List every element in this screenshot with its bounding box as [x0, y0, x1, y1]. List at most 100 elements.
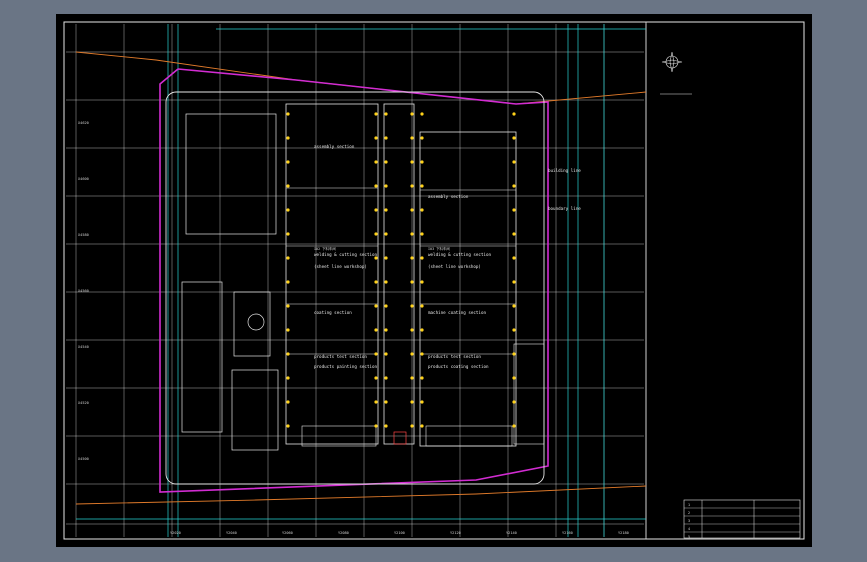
coord-label-bottom: Y2040 [226, 531, 237, 535]
gate-house [393, 431, 407, 445]
light-fixture [420, 328, 424, 332]
light-fixture [512, 112, 516, 116]
light-fixture [286, 208, 290, 212]
perimeter-road [165, 91, 545, 485]
light-fixture [512, 304, 516, 308]
light-fixture [384, 112, 388, 116]
light-fixture [384, 400, 388, 404]
light-fixture [410, 400, 414, 404]
light-fixture [286, 256, 290, 260]
light-fixture [512, 136, 516, 140]
light-fixture [410, 112, 414, 116]
grid-lines [66, 24, 647, 537]
light-fixture [286, 160, 290, 164]
canteen-block [231, 369, 279, 451]
coord-label-bottom: Y2020 [170, 531, 181, 535]
light-fixture [384, 232, 388, 236]
north-arrow-icon [660, 51, 692, 95]
light-fixture [286, 184, 290, 188]
light-fixture [420, 256, 424, 260]
workshop-halls [285, 103, 517, 447]
light-fixture [374, 112, 378, 116]
coord-label-bottom: Y2060 [282, 531, 293, 535]
workshop-sublabel: I03 下料车间 [428, 246, 450, 251]
light-fixture [420, 304, 424, 308]
light-fixture [512, 352, 516, 356]
store-block [181, 281, 223, 433]
workshop-label: coating section [314, 310, 352, 315]
light-fixture [420, 160, 424, 164]
light-fixture [374, 136, 378, 140]
light-fixture [286, 136, 290, 140]
utility-block [233, 291, 271, 357]
light-fixture [374, 232, 378, 236]
light-fixture [420, 184, 424, 188]
light-fixture [374, 352, 378, 356]
light-fixture [410, 424, 414, 428]
light-fixture [384, 304, 388, 308]
light-fixture [410, 184, 414, 188]
workshop-label: welding & cutting section [314, 252, 378, 257]
coord-label-left: X4620 [78, 121, 89, 125]
light-fixture [384, 208, 388, 212]
light-fixture [286, 376, 290, 380]
light-fixture [420, 400, 424, 404]
east-annex [513, 343, 545, 445]
light-fixture [420, 280, 424, 284]
hall-middle [383, 103, 415, 445]
light-fixture [384, 328, 388, 332]
light-fixture [420, 376, 424, 380]
coord-label-left: X4500 [78, 457, 89, 461]
light-fixture [286, 328, 290, 332]
workshop-label: (sheet line workshop) [428, 264, 481, 269]
workshop-label: (sheet line workshop) [314, 264, 367, 269]
light-fixtures [286, 112, 516, 428]
coord-label-left: X4520 [78, 401, 89, 405]
hall-west [285, 103, 379, 445]
light-fixture [512, 256, 516, 260]
light-fixture [286, 424, 290, 428]
title-block: 1 2 3 4 5 [683, 499, 801, 539]
light-fixture [374, 184, 378, 188]
title-block-row: 4 [688, 527, 690, 531]
drawing-sheet: X4620 X4600 X4580 X4560 X4540 X4520 X4500 Y2020… [56, 14, 812, 547]
light-fixture [374, 208, 378, 212]
light-fixture [374, 328, 378, 332]
light-fixture [410, 304, 414, 308]
light-fixture [286, 232, 290, 236]
workshop-label: assembly section [428, 194, 469, 199]
light-fixture [420, 232, 424, 236]
workshop-labels: assembly section welding & cutting sectio… [314, 144, 581, 369]
light-fixture [512, 232, 516, 236]
light-fixture [374, 400, 378, 404]
auxiliary-buildings [181, 113, 545, 451]
light-fixture [410, 136, 414, 140]
inner-border [63, 21, 805, 540]
light-fixture [384, 352, 388, 356]
light-fixture [384, 256, 388, 260]
light-fixture [512, 400, 516, 404]
light-fixture [286, 400, 290, 404]
coord-label-bottom: Y2080 [338, 531, 349, 535]
workshop-label: machine coating section [428, 310, 486, 315]
water-tank [247, 313, 265, 331]
office-block [185, 113, 277, 235]
title-block-row: 1 [688, 503, 690, 507]
light-fixture [374, 376, 378, 380]
light-fixture [512, 208, 516, 212]
light-fixture [286, 112, 290, 116]
coord-label-left: X4560 [78, 289, 89, 293]
light-fixture [410, 328, 414, 332]
light-fixture [410, 280, 414, 284]
light-fixture [512, 184, 516, 188]
workshop-label: building line [548, 168, 581, 173]
site-boundary-north [75, 51, 647, 105]
light-fixture [410, 352, 414, 356]
hall-east [419, 131, 517, 447]
coord-label-bottom: Y2140 [506, 531, 517, 535]
light-fixture [286, 352, 290, 356]
light-fixture [420, 112, 424, 116]
workshop-label: boundary line [548, 206, 581, 211]
light-fixture [512, 328, 516, 332]
workshop-label: products painting section [314, 364, 378, 369]
